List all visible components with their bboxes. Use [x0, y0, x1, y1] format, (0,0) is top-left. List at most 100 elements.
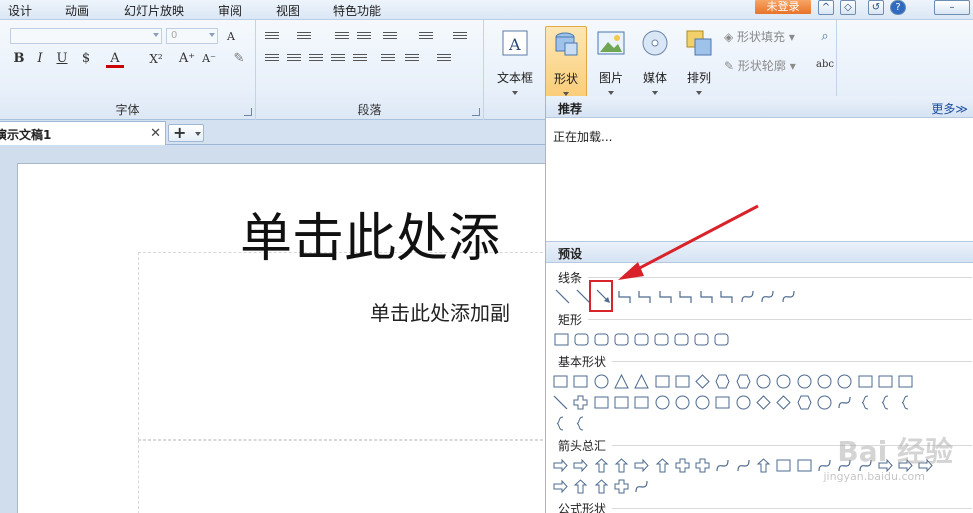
bold-button[interactable]: B	[10, 50, 28, 68]
basic-shape-icon[interactable]	[816, 373, 833, 390]
line-shape-icon[interactable]	[554, 288, 571, 305]
basic-shape-icon[interactable]	[714, 373, 731, 390]
basic-shape-icon[interactable]	[674, 394, 691, 411]
line-shape-icon[interactable]	[739, 288, 756, 305]
menu-design[interactable]: 设计	[8, 2, 32, 19]
basic-shape-icon[interactable]	[877, 394, 894, 411]
align-left-icon[interactable]	[264, 52, 280, 66]
more-link[interactable]: 更多≫	[931, 100, 968, 117]
rectangle-shape-icon[interactable]	[693, 331, 710, 348]
arrow-shape-icon[interactable]	[613, 457, 630, 474]
slide-title-text[interactable]: 单击此处添	[240, 196, 500, 271]
font-dialog-launcher-icon[interactable]	[244, 108, 252, 116]
increase-size-icon[interactable]: A⁺	[178, 50, 196, 68]
menu-slideshow[interactable]: 幻灯片放映	[124, 2, 184, 19]
collapse-icon[interactable]: ^	[818, 0, 834, 15]
text-size-icon[interactable]	[452, 30, 468, 44]
undo-icon[interactable]: ↺	[868, 0, 884, 15]
basic-shape-icon[interactable]	[796, 394, 813, 411]
basic-shape-icon[interactable]	[613, 394, 630, 411]
basic-shape-icon[interactable]	[552, 394, 569, 411]
basic-shape-icon[interactable]	[694, 373, 711, 390]
line-shape-icon[interactable]	[657, 288, 674, 305]
basic-shape-icon[interactable]	[735, 373, 752, 390]
text-direction-icon[interactable]	[382, 30, 398, 44]
minimize-icon[interactable]: –	[934, 0, 970, 15]
superscript-button[interactable]: X²	[147, 50, 165, 68]
underline-button[interactable]: U	[53, 50, 71, 68]
basic-shape-icon[interactable]	[593, 394, 610, 411]
basic-shape-icon[interactable]	[775, 373, 792, 390]
arrow-shape-icon[interactable]	[796, 457, 813, 474]
basic-shape-icon[interactable]	[633, 373, 650, 390]
spell-check-icon[interactable]: abc	[816, 56, 834, 74]
basic-shape-icon[interactable]	[572, 394, 589, 411]
basic-shape-icon[interactable]	[572, 415, 589, 432]
line-shape-icon[interactable]	[780, 288, 797, 305]
align-center-icon[interactable]	[286, 52, 302, 66]
subtitle-placeholder[interactable]	[138, 440, 558, 513]
basic-shape-icon[interactable]	[613, 373, 630, 390]
arrow-shape-icon[interactable]	[755, 457, 772, 474]
arrow-shape-icon[interactable]	[572, 457, 589, 474]
menu-review[interactable]: 审阅	[218, 2, 242, 19]
basic-shape-icon[interactable]	[857, 394, 874, 411]
line-shape-icon[interactable]	[698, 288, 715, 305]
font-size-combo[interactable]: 0	[166, 28, 218, 44]
basic-shape-icon[interactable]	[877, 373, 894, 390]
skin-icon[interactable]: ◇	[840, 0, 856, 15]
decrease-size-icon[interactable]: A⁻	[200, 50, 218, 68]
grow-font-icon[interactable]: A	[222, 28, 240, 46]
arrow-shape-icon[interactable]	[613, 478, 630, 495]
bullets-icon[interactable]	[264, 30, 280, 44]
basic-shape-icon[interactable]	[654, 394, 671, 411]
menu-view[interactable]: 视图	[276, 2, 300, 19]
rectangle-shape-icon[interactable]	[673, 331, 690, 348]
line-shape-icon[interactable]	[759, 288, 776, 305]
rectangle-shape-icon[interactable]	[593, 331, 610, 348]
arrow-shape-icon[interactable]	[633, 478, 650, 495]
align-right-icon[interactable]	[308, 52, 324, 66]
rectangle-shape-icon[interactable]	[573, 331, 590, 348]
arrow-shape-icon[interactable]	[593, 478, 610, 495]
basic-shape-icon[interactable]	[552, 415, 569, 432]
align-text-icon[interactable]	[418, 30, 434, 44]
basic-shape-icon[interactable]	[552, 373, 569, 390]
new-tab-button[interactable]: +	[168, 123, 204, 142]
close-tab-icon[interactable]: ✕	[150, 126, 161, 141]
basic-shape-icon[interactable]	[735, 394, 752, 411]
title-placeholder[interactable]	[138, 252, 558, 440]
menu-animation[interactable]: 动画	[65, 2, 89, 19]
basic-shape-icon[interactable]	[633, 394, 650, 411]
basic-shape-icon[interactable]	[755, 373, 772, 390]
basic-shape-icon[interactable]	[674, 373, 691, 390]
help-icon[interactable]: ?	[890, 0, 906, 15]
arrow-shape-icon[interactable]	[735, 457, 752, 474]
login-button[interactable]: 未登录	[755, 0, 811, 14]
arrow-shape-icon[interactable]	[552, 457, 569, 474]
arrow-shape-icon[interactable]	[593, 457, 610, 474]
paragraph-settings-icon[interactable]	[436, 52, 452, 66]
paragraph-dialog-launcher-icon[interactable]	[472, 108, 480, 116]
slide-subtitle-text[interactable]: 单击此处添加副	[370, 297, 510, 326]
basic-shape-icon[interactable]	[755, 394, 772, 411]
binoculars-icon[interactable]: ⌕	[816, 28, 834, 46]
arrow-shape-icon[interactable]	[654, 457, 671, 474]
arrow-shape-icon[interactable]	[674, 457, 691, 474]
clear-format-icon[interactable]: ✎	[230, 50, 248, 68]
basic-shape-icon[interactable]	[897, 394, 914, 411]
textbox-button[interactable]: A 文本框	[494, 26, 536, 112]
font-name-combo[interactable]	[10, 28, 162, 44]
basic-shape-icon[interactable]	[572, 373, 589, 390]
increase-indent-icon[interactable]	[356, 30, 372, 44]
basic-shape-icon[interactable]	[857, 373, 874, 390]
column-icon[interactable]	[404, 52, 420, 66]
basic-shape-icon[interactable]	[694, 394, 711, 411]
distribute-icon[interactable]	[352, 52, 368, 66]
decrease-indent-icon[interactable]	[334, 30, 350, 44]
arrow-shape-icon[interactable]	[633, 457, 650, 474]
line-spacing-icon[interactable]	[380, 52, 396, 66]
basic-shape-icon[interactable]	[775, 394, 792, 411]
basic-shape-icon[interactable]	[796, 373, 813, 390]
line-shape-icon[interactable]	[636, 288, 653, 305]
